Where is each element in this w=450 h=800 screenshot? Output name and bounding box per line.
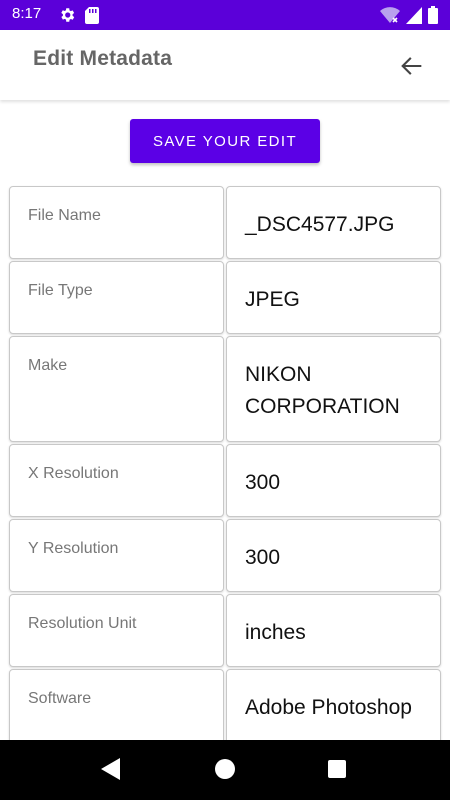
metadata-value[interactable]: 300 (226, 444, 441, 517)
gear-icon (58, 6, 76, 29)
metadata-value[interactable]: NIKON CORPORATION (226, 336, 441, 442)
table-row: File Name _DSC4577.JPG (9, 186, 441, 259)
battery-icon (428, 6, 438, 29)
save-edit-button[interactable]: SAVE YOUR EDIT (130, 119, 320, 163)
back-button[interactable] (398, 52, 426, 80)
metadata-value[interactable]: inches (226, 594, 441, 667)
metadata-value[interactable]: JPEG (226, 261, 441, 334)
metadata-key: Make (9, 336, 224, 442)
nav-home-icon[interactable] (215, 759, 235, 779)
nav-recents-icon[interactable] (328, 760, 346, 778)
wifi-icon (380, 6, 400, 29)
metadata-key: File Type (9, 261, 224, 334)
status-bar: 8:17 (0, 0, 450, 30)
metadata-key: File Name (9, 186, 224, 259)
table-row: Make NIKON CORPORATION (9, 336, 441, 442)
signal-icon (406, 6, 422, 29)
metadata-key: X Resolution (9, 444, 224, 517)
status-time: 8:17 (12, 5, 42, 22)
table-row: X Resolution 300 (9, 444, 441, 517)
metadata-key: Y Resolution (9, 519, 224, 592)
arrow-left-icon (398, 57, 426, 84)
metadata-value[interactable]: _DSC4577.JPG (226, 186, 441, 259)
app-bar: Edit Metadata (0, 30, 450, 100)
system-nav-bar (0, 740, 450, 800)
table-row: Y Resolution 300 (9, 519, 441, 592)
page-title: Edit Metadata (33, 47, 173, 70)
nav-back-icon[interactable] (101, 758, 121, 785)
metadata-table: File Name _DSC4577.JPG File Type JPEG Ma… (9, 186, 441, 791)
metadata-key: Resolution Unit (9, 594, 224, 667)
table-row: Resolution Unit inches (9, 594, 441, 667)
table-row: File Type JPEG (9, 261, 441, 334)
metadata-value[interactable]: 300 (226, 519, 441, 592)
sd-card-icon (85, 6, 99, 29)
